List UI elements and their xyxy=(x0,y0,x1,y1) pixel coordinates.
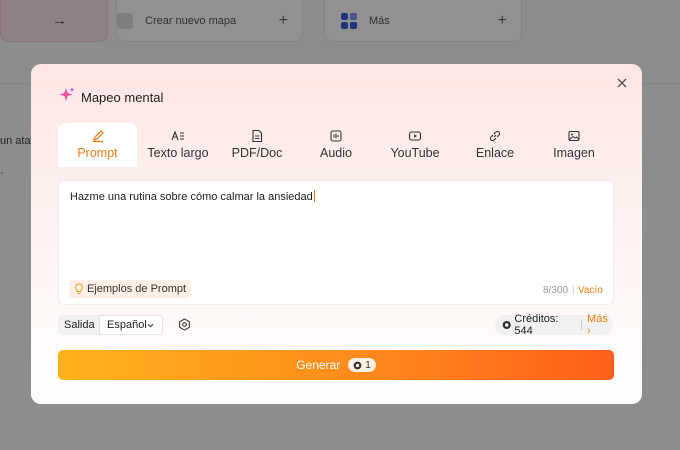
image-icon xyxy=(568,130,580,142)
tab-label: YouTube xyxy=(390,146,440,160)
lightbulb-icon xyxy=(75,283,83,294)
language-value: Español xyxy=(107,319,147,331)
tab-label: Prompt xyxy=(77,146,118,160)
generate-cost: 1 xyxy=(365,359,371,371)
document-icon xyxy=(252,129,263,143)
settings-icon[interactable] xyxy=(178,318,191,331)
credits-text: Créditos: 544 xyxy=(514,313,559,337)
tab-pdf-doc[interactable]: PDF/Doc xyxy=(222,123,292,165)
coin-icon xyxy=(353,361,362,369)
sparkle-icon xyxy=(59,87,75,101)
generate-label: Generar xyxy=(296,358,341,372)
tab-label: PDF/Doc xyxy=(231,146,283,160)
chevron-right-icon: › xyxy=(587,325,591,337)
output-label: Salida xyxy=(58,315,101,335)
counter-separator: | xyxy=(572,285,575,296)
credits-separator xyxy=(581,320,583,330)
clear-button[interactable]: Vacío xyxy=(578,285,603,296)
credits-more-label: Más xyxy=(587,313,608,325)
close-icon[interactable] xyxy=(614,75,630,91)
prompt-examples-button[interactable]: Ejemplos de Prompt xyxy=(69,280,192,298)
link-icon xyxy=(489,130,501,142)
coin-icon xyxy=(502,320,511,330)
tab-link[interactable]: Enlace xyxy=(465,123,525,165)
credits-pill: Créditos: 544 Más › xyxy=(495,313,613,337)
tab-audio[interactable]: Audio xyxy=(306,123,366,165)
youtube-icon xyxy=(408,131,422,141)
char-counter: 8/300 xyxy=(543,285,569,296)
generate-cost-badge: 1 xyxy=(348,358,376,372)
generate-button[interactable]: Generar 1 xyxy=(58,350,614,380)
tab-label: Enlace xyxy=(475,146,515,160)
credits-more-link[interactable]: Más › xyxy=(587,313,613,337)
tab-label: Audio xyxy=(320,146,352,160)
prompt-text: Hazme una rutina sobre cómo calmar la an… xyxy=(70,191,313,203)
pen-icon xyxy=(92,130,104,143)
language-select[interactable]: Español xyxy=(99,315,163,335)
long-text-icon xyxy=(171,130,184,141)
tab-image[interactable]: Imagen xyxy=(544,123,604,165)
prompt-input-value[interactable]: Hazme una rutina sobre cómo calmar la an… xyxy=(70,190,315,203)
tab-label: Texto largo xyxy=(147,146,209,160)
examples-label: Ejemplos de Prompt xyxy=(87,283,187,295)
tab-youtube[interactable]: YouTube xyxy=(385,123,445,165)
tab-prompt[interactable]: Prompt xyxy=(58,123,137,167)
tab-long-text[interactable]: Texto largo xyxy=(140,123,216,165)
audio-icon xyxy=(330,130,342,142)
text-caret xyxy=(313,190,315,202)
chevron-down-icon xyxy=(147,323,154,328)
dialog-title: Mapeo mental xyxy=(81,90,164,105)
tab-label: Imagen xyxy=(553,146,595,160)
